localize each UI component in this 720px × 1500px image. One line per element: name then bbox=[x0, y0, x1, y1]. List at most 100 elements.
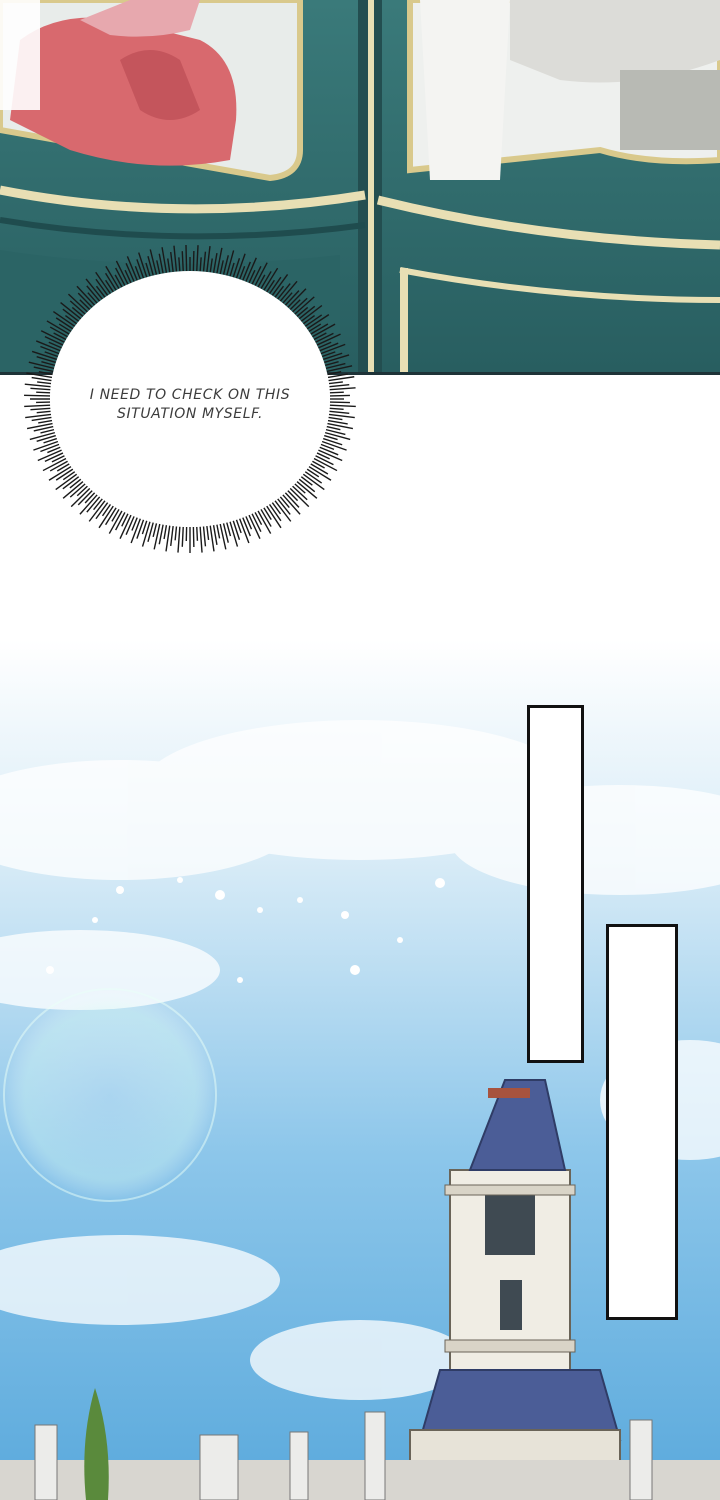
bubble-spike bbox=[64, 314, 78, 325]
comic-page: I NEED TO CHECK ON THIS SITUATION MYSELF… bbox=[0, 0, 720, 1500]
bubble-spike bbox=[79, 299, 91, 311]
bubble-spike bbox=[196, 526, 199, 541]
bubble-spike bbox=[212, 525, 218, 546]
bubble-spike bbox=[58, 323, 72, 333]
bubble-spike bbox=[319, 446, 339, 456]
bubble-spike bbox=[196, 245, 199, 272]
bubble-spike bbox=[266, 279, 275, 293]
bubble-spike bbox=[84, 492, 96, 504]
bubble-spike bbox=[36, 391, 51, 394]
bubble-spike bbox=[327, 373, 348, 379]
bubble-spike bbox=[30, 387, 51, 391]
bubble-spike bbox=[28, 361, 55, 370]
bubble-spike bbox=[263, 507, 272, 520]
bubble-spike bbox=[206, 525, 210, 541]
bubble-spike bbox=[40, 428, 55, 434]
bubble-spike bbox=[209, 258, 213, 273]
bubble-spike bbox=[167, 258, 171, 273]
bubble-spike bbox=[24, 383, 51, 388]
bubble-spike bbox=[181, 251, 184, 272]
bubble-spike bbox=[62, 471, 76, 481]
bubble-spike bbox=[199, 526, 203, 553]
bubble-spike bbox=[141, 521, 151, 547]
bubble-spike bbox=[287, 288, 307, 308]
bubble-spike bbox=[279, 280, 298, 302]
bubble-spike bbox=[209, 525, 215, 552]
bubble-spike bbox=[326, 425, 341, 431]
bubble-spike bbox=[79, 494, 98, 515]
bubble-spike bbox=[181, 526, 184, 547]
bubble-spike bbox=[199, 257, 202, 272]
bubble-spike bbox=[296, 481, 318, 499]
bubble-spike bbox=[24, 404, 51, 408]
bubble-spike bbox=[306, 468, 320, 478]
bubble-spike bbox=[329, 387, 356, 391]
bubble-spike bbox=[226, 522, 232, 537]
bubble-spike bbox=[300, 304, 323, 322]
bubble-spike bbox=[105, 279, 114, 293]
bubble-spike bbox=[95, 285, 106, 298]
lens-flare-icon bbox=[3, 988, 217, 1202]
bubble-spike bbox=[308, 323, 322, 333]
bubble-spike bbox=[149, 249, 158, 275]
bubble-spike bbox=[62, 481, 84, 499]
bubble-spike bbox=[69, 478, 82, 489]
bubble-spike bbox=[329, 407, 344, 410]
bubble-spike bbox=[329, 391, 344, 394]
bubble-spike bbox=[242, 261, 251, 281]
bubble-spike bbox=[216, 524, 221, 539]
bubble-spike bbox=[93, 498, 103, 511]
bubble-spike bbox=[323, 354, 350, 364]
bubble-spike bbox=[56, 463, 70, 472]
bubble-spike bbox=[163, 525, 168, 540]
bubble-spike bbox=[274, 500, 292, 522]
caption-box bbox=[606, 924, 678, 1320]
bubble-spike bbox=[302, 314, 316, 325]
bubble-spike bbox=[294, 483, 306, 494]
bubble-spike bbox=[24, 394, 51, 397]
bubble-spike bbox=[177, 526, 181, 553]
bubble-spike bbox=[125, 516, 135, 535]
bubble-spike bbox=[328, 413, 355, 419]
bubble-spike bbox=[31, 416, 52, 422]
bubble-spike bbox=[327, 371, 342, 376]
bubble-spike bbox=[212, 252, 218, 273]
bubble-spike bbox=[40, 345, 60, 355]
bubble-spike bbox=[319, 342, 339, 352]
bubble-spike bbox=[70, 487, 91, 508]
bubble-spike bbox=[136, 519, 145, 539]
bubble-spike bbox=[40, 443, 60, 453]
bubble-spike bbox=[322, 437, 343, 446]
bubble-spike bbox=[289, 299, 301, 311]
bubble-spike bbox=[328, 381, 343, 385]
bubble-spike bbox=[170, 525, 174, 547]
bubble-spike bbox=[87, 292, 98, 304]
bubble-spike bbox=[37, 381, 52, 385]
bubble-spike bbox=[173, 245, 178, 272]
bubble-spike bbox=[229, 262, 235, 277]
bubble-spike bbox=[138, 252, 148, 278]
bubble-spike bbox=[158, 253, 164, 274]
bubble-spike bbox=[300, 476, 313, 486]
bubble-spike bbox=[206, 246, 211, 273]
bubble-spike bbox=[324, 431, 351, 441]
speech-bubble: I NEED TO CHECK ON THIS SITUATION MYSELF… bbox=[14, 240, 366, 558]
bubble-spike bbox=[152, 523, 158, 538]
bubble-spike bbox=[274, 285, 285, 298]
caption-box bbox=[527, 705, 584, 1063]
speech-text: I NEED TO CHECK ON THIS SITUATION MYSELF… bbox=[89, 387, 291, 422]
bubble-spike bbox=[38, 371, 53, 376]
bubble-spike bbox=[282, 292, 293, 304]
bubble-spike bbox=[174, 526, 178, 541]
bubble-spike bbox=[202, 526, 207, 547]
bubble-spike bbox=[55, 473, 78, 491]
bubble-spike bbox=[38, 419, 53, 424]
bubble-spike bbox=[287, 490, 299, 502]
bubble-spike bbox=[165, 525, 171, 552]
bubble-spike bbox=[67, 293, 88, 313]
bubble-spike bbox=[76, 485, 88, 497]
bubble-spike bbox=[271, 502, 282, 515]
bubble-spike bbox=[219, 260, 224, 275]
bubble-spike bbox=[178, 257, 181, 272]
bubble-spike bbox=[329, 384, 350, 388]
